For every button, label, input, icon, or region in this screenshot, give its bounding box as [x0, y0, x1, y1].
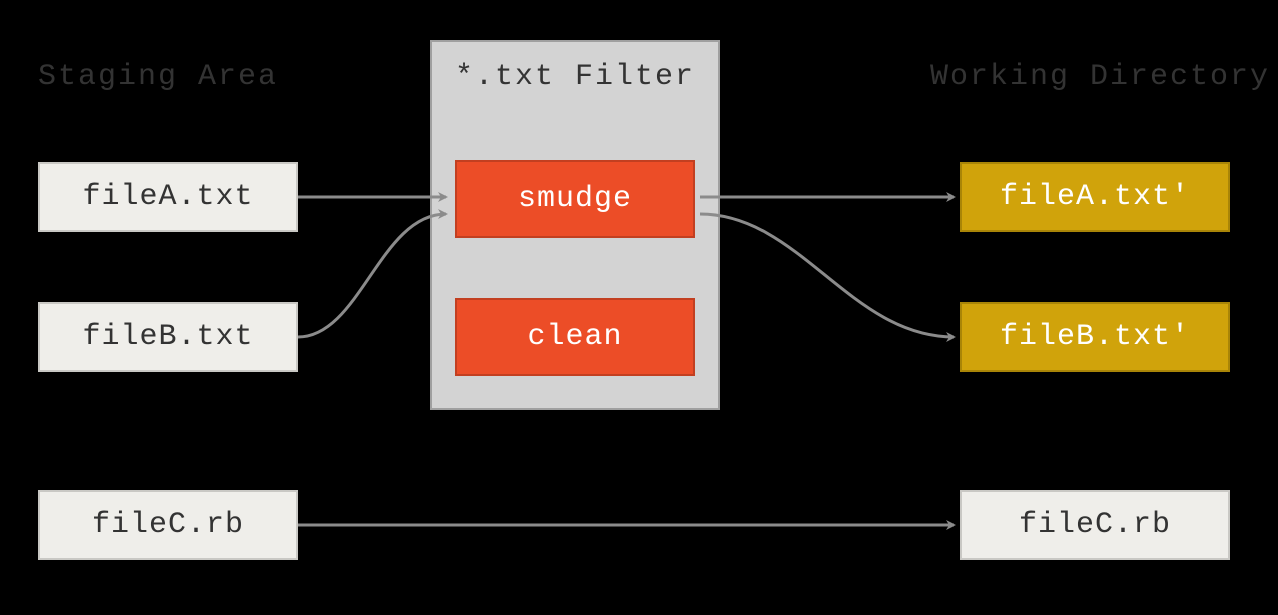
working-file-b: fileB.txt' — [960, 302, 1230, 372]
working-file-a: fileA.txt' — [960, 162, 1230, 232]
clean-filter-box: clean — [455, 298, 695, 376]
working-file-c: fileC.rb — [960, 490, 1230, 560]
arrow-smudge-to-fileb — [700, 214, 954, 337]
staging-file-b: fileB.txt — [38, 302, 298, 372]
filter-container: *.txt Filter smudge clean — [430, 40, 720, 410]
staging-file-a: fileA.txt — [38, 162, 298, 232]
arrow-fileb-to-smudge — [298, 214, 446, 337]
filter-title: *.txt Filter — [432, 60, 718, 94]
working-directory-header: Working Directory — [930, 60, 1270, 94]
smudge-filter-box: smudge — [455, 160, 695, 238]
staging-area-header: Staging Area — [38, 60, 278, 94]
staging-file-c: fileC.rb — [38, 490, 298, 560]
